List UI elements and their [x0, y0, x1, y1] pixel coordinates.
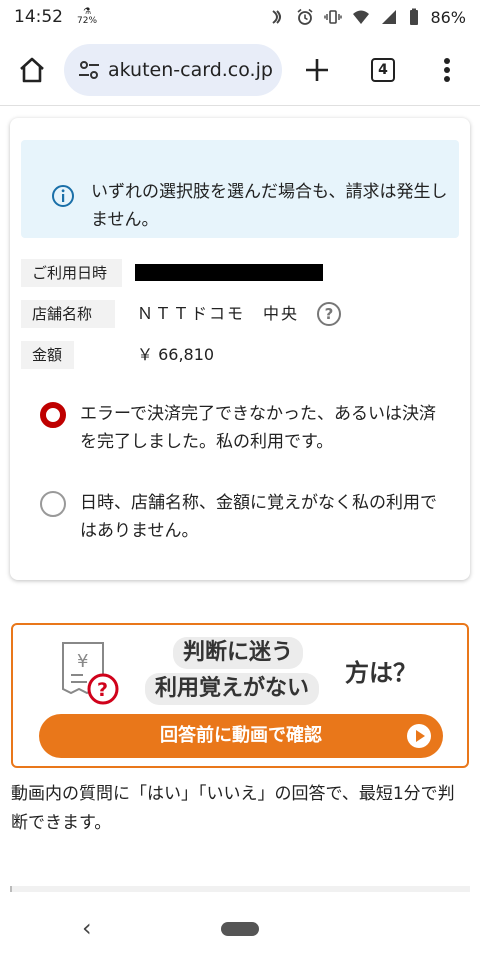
amount-value: ￥ 66,810: [137, 345, 215, 364]
store-name-value: ＮＴＴドコモ 中央: [137, 304, 300, 323]
next-section-edge: [10, 886, 470, 892]
info-notice: いずれの選択肢を選んだ場合も、請求は発生しません。: [21, 140, 459, 238]
radio-not-my-usage[interactable]: [40, 491, 66, 517]
status-time: 14:52: [14, 7, 63, 27]
watch-video-label: 回答前に動画で確認: [160, 725, 322, 746]
banner-tail: 方は？: [345, 659, 417, 687]
radio-my-usage[interactable]: [40, 402, 66, 428]
url-text: akuten-card.co.jp: [108, 59, 273, 81]
video-description: 動画内の質問に「はい」「いいえ」の回答で、最短1分で判断できます。: [11, 784, 455, 833]
signal-icon: [382, 10, 397, 24]
address-bar[interactable]: akuten-card.co.jp: [64, 44, 282, 96]
svg-text:?: ?: [97, 679, 108, 701]
battery-icon: [410, 8, 419, 25]
wifi-icon: [353, 10, 370, 24]
watch-video-button[interactable]: 回答前に動画で確認: [39, 714, 443, 758]
battery-level: 86%: [430, 7, 466, 27]
nav-back-button[interactable]: ‹: [82, 914, 92, 942]
usage-date-redacted: [135, 264, 323, 281]
nfc-icon: [272, 10, 282, 24]
notice-text: いずれの選択肢を選んだ場合も、請求は発生しません。: [91, 182, 448, 230]
usage-date-label: ご利用日時: [21, 259, 122, 287]
home-icon: [20, 57, 44, 83]
more-vert-icon: [444, 58, 450, 82]
amount-label: 金額: [21, 341, 74, 369]
status-icons: 86%: [268, 8, 466, 27]
option-my-usage-text[interactable]: エラーで決済完了できなかった、あるいは決済を完了しました。私の利用です。: [80, 400, 450, 456]
receipt-question-icon: ¥ ?: [62, 642, 119, 705]
vibrate-icon: [324, 10, 343, 24]
play-icon: [407, 724, 431, 748]
site-settings-icon[interactable]: [78, 59, 100, 81]
plus-icon: [306, 59, 328, 81]
browser-toolbar: akuten-card.co.jp 4: [0, 34, 480, 106]
alarm-icon: [297, 8, 313, 25]
nav-home-pill[interactable]: [221, 922, 259, 936]
browser-menu-button[interactable]: [425, 48, 469, 92]
option-not-my-usage-text[interactable]: 日時、店舗名称、金額に覚えがなく私の利用ではありません。: [80, 489, 450, 545]
confirmation-card: いずれの選択肢を選んだ場合も、請求は発生しません。 ご利用日時 店舗名称 ＮＴＴ…: [10, 118, 470, 580]
info-icon: [52, 185, 74, 207]
home-button[interactable]: [10, 48, 54, 92]
video-guide-banner[interactable]: ¥ ? 判断に迷う 利用覚えがない 方は？ 回答前に動画で確認: [11, 623, 469, 768]
store-name-label: 店舗名称: [21, 300, 115, 328]
status-bar: 14:52 ⚗ 72% 86%: [0, 0, 480, 34]
banner-line-1: 判断に迷う: [173, 637, 304, 669]
tab-count: 4: [371, 58, 395, 82]
tab-switcher-button[interactable]: 4: [361, 48, 405, 92]
banner-line-2: 利用覚えがない: [145, 673, 320, 705]
store-help-icon[interactable]: ?: [317, 302, 341, 326]
new-tab-button[interactable]: [295, 48, 339, 92]
status-notification: ⚗ 72%: [77, 7, 98, 26]
system-nav-bar: ‹: [0, 900, 480, 960]
svg-text:¥: ¥: [77, 651, 88, 672]
